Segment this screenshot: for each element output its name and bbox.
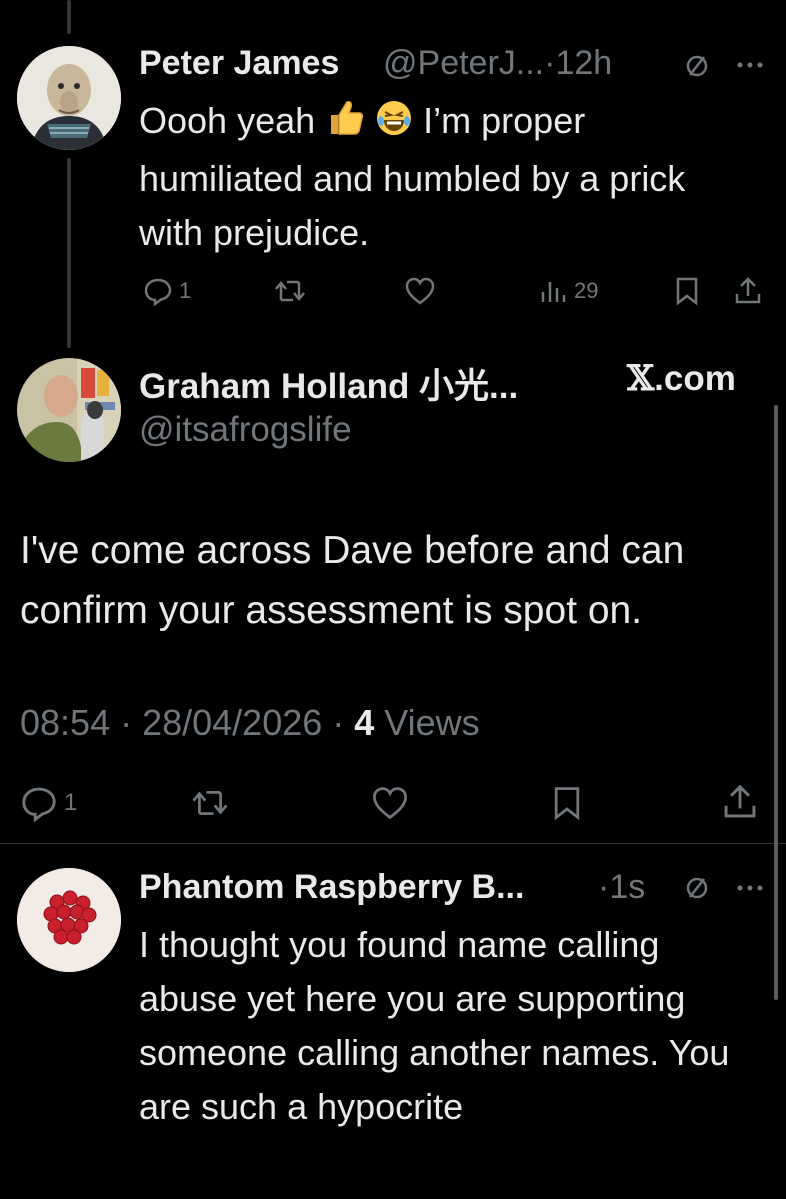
view-count: 29 (574, 278, 599, 303)
post-time[interactable]: 12h (555, 44, 612, 82)
meta-separator: · (598, 868, 610, 906)
thread-page: Peter James @PeterJ...·12h Oooh yeah I’m… (0, 0, 786, 1199)
post-timestamp: 08:54 · 28/04/2026 · 4 Views (20, 702, 480, 744)
heart-icon (373, 787, 407, 820)
x-logo-icon: 𝕏 (627, 358, 655, 399)
post-meta: @PeterJ...·12h (383, 44, 612, 83)
reply-action[interactable]: 1 (20, 784, 77, 822)
avatar[interactable] (17, 46, 121, 150)
post-meta: ·1s (598, 868, 645, 907)
post-date[interactable]: 08:54 · 28/04/2026 · (20, 702, 354, 743)
laughing-face-icon (375, 98, 413, 152)
repost-action[interactable] (273, 276, 307, 306)
reply-text: I thought you found name calling abuse y… (139, 924, 730, 1127)
avatar[interactable] (17, 358, 121, 462)
author-name[interactable]: Peter James (139, 44, 339, 83)
author-handle[interactable]: @PeterJ... (383, 44, 544, 82)
reply-icon (144, 278, 172, 306)
repost-icon (275, 280, 305, 302)
source-domain: .com (654, 359, 736, 398)
post-text: I've come across Dave before and can con… (20, 529, 685, 632)
graham-avatar-icon (17, 358, 121, 462)
author-name[interactable]: Phantom Raspberry B... (139, 868, 524, 907)
author-handle[interactable]: @itsafrogslife (139, 410, 352, 450)
share-action[interactable] (721, 783, 759, 821)
like-action[interactable] (370, 785, 410, 821)
grok-icon[interactable] (683, 52, 711, 85)
raspberry-avatar-icon (17, 868, 121, 972)
more-options-icon[interactable] (736, 881, 764, 899)
share-action[interactable] (733, 276, 763, 306)
bookmark-icon (554, 787, 580, 821)
thread-line-top (67, 0, 71, 34)
avatar[interactable] (17, 868, 121, 972)
post-divider (0, 843, 786, 844)
views-label: Views (374, 702, 480, 743)
gru-avatar-icon (17, 46, 121, 150)
scrollbar[interactable] (774, 405, 778, 1000)
reply-action[interactable]: 1 (143, 276, 191, 306)
source-label[interactable]: 𝕏.com (627, 358, 736, 399)
share-icon (735, 277, 761, 304)
meta-separator: · (544, 44, 556, 82)
reply-icon (22, 787, 56, 822)
reply-text: Oooh yeah I’m proper humiliated and humb… (139, 94, 699, 260)
bookmark-icon (676, 277, 698, 306)
reply-text-start: Oooh yeah (139, 100, 326, 141)
repost-icon (192, 791, 228, 815)
views-action[interactable]: 29 (538, 276, 598, 306)
reply-count: 1 (64, 789, 78, 816)
grok-icon[interactable] (683, 874, 711, 907)
bookmark-action[interactable] (550, 785, 584, 821)
views-count: 4 (354, 702, 375, 743)
reply-count: 1 (179, 278, 192, 303)
repost-action[interactable] (190, 785, 230, 821)
share-icon (724, 784, 756, 818)
more-options-icon[interactable] (736, 58, 764, 76)
bookmark-action[interactable] (673, 276, 701, 306)
author-name[interactable]: Graham Holland 小光... (139, 358, 518, 409)
views-icon (541, 282, 566, 302)
thread-line-middle (67, 158, 71, 348)
like-action[interactable] (404, 276, 436, 306)
thumbs-up-icon (325, 98, 365, 152)
heart-icon (405, 277, 435, 305)
post-time[interactable]: 1s (609, 868, 645, 906)
